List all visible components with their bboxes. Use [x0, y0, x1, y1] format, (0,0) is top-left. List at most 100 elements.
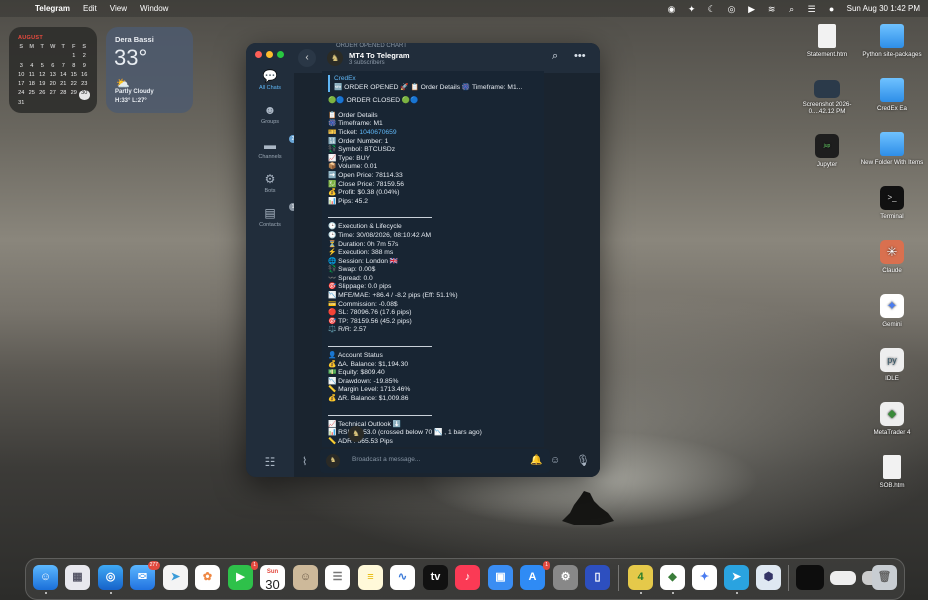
calendar-day: 8: [72, 62, 76, 69]
zoom-window-button[interactable]: [277, 51, 284, 58]
python-launcher-icon[interactable]: ⬢: [756, 565, 781, 590]
msg-line: 📉 MFE/MAE: +86.4 / -8.2 pips (Eff: 51.1%…: [328, 292, 458, 300]
sidebar-item-groups[interactable]: ☻ Groups: [246, 103, 294, 125]
microphone-icon[interactable]: 🎙: [576, 454, 590, 467]
menu-clock[interactable]: Sun Aug 30 1:42 PM: [847, 4, 920, 13]
telegram-sidebar: 💬 All Chats ☻ Groups ▬ 2 Channels ⚙ Bots …: [246, 43, 297, 477]
recent-window-thumbnail[interactable]: [796, 565, 824, 590]
metatrader-dock-icon[interactable]: 4: [628, 565, 653, 590]
keynote-icon[interactable]: ▣: [488, 565, 513, 590]
trash-icon[interactable]: 🗑: [872, 565, 897, 590]
sparkle-icon[interactable]: ✦: [687, 4, 697, 14]
discord-icon[interactable]: ◉: [667, 4, 677, 14]
contacts-app-icon[interactable]: ☺: [293, 565, 318, 590]
calendar-day: 28: [60, 90, 67, 97]
mail-icon[interactable]: ✉ 277: [130, 561, 160, 590]
record-icon[interactable]: ◎: [727, 4, 737, 14]
apple-tv-icon[interactable]: tv: [423, 565, 448, 590]
channel-title[interactable]: MT4 To Telegram: [349, 51, 410, 60]
search-icon[interactable]: ⌕: [787, 4, 797, 14]
recent-document-thumbnail[interactable]: [830, 571, 856, 585]
desktop-app-terminal[interactable]: >_ Terminal: [857, 186, 927, 220]
freeform-icon[interactable]: ∿: [390, 565, 415, 590]
reply-quote[interactable]: CredEx 🆕 ORDER OPENED 🚀 📋 Order Details …: [328, 75, 544, 93]
telegram-dock-icon[interactable]: ➤: [724, 565, 749, 590]
desktop-folder-python[interactable]: Python site-packages: [857, 24, 927, 58]
facetime-icon[interactable]: ▶ 1: [228, 561, 258, 590]
search-icon[interactable]: ⌕: [552, 50, 558, 63]
ticket-link[interactable]: 1040670659: [359, 129, 396, 136]
calendar-weekday: T: [40, 44, 44, 50]
menu-app-name[interactable]: Telegram: [35, 4, 70, 13]
telegram-window[interactable]: 💬 All Chats ☻ Groups ▬ 2 Channels ⚙ Bots …: [246, 43, 600, 477]
wifi-icon[interactable]: ≋: [767, 4, 777, 14]
desktop-app-claude[interactable]: ✳ Claude: [857, 240, 927, 274]
launchpad-icon[interactable]: ▦: [65, 565, 90, 590]
gemini-dock-icon[interactable]: ✦: [692, 565, 717, 590]
calendar-day: [37, 53, 48, 62]
calendar-weekday: T: [61, 44, 65, 50]
more-options-icon[interactable]: •••: [574, 50, 586, 62]
pinned-message-peek[interactable]: ORDER OPENED CHART: [336, 43, 407, 49]
menu-edit[interactable]: Edit: [83, 4, 97, 13]
app-store-icon[interactable]: A1: [520, 561, 550, 590]
desktop-app-jupyter[interactable]: jup Jupyter: [792, 134, 862, 168]
menu-window[interactable]: Window: [140, 4, 168, 13]
sidebar-item-all-chats[interactable]: 💬 All Chats: [246, 69, 294, 91]
desktop-file-screenshot[interactable]: Screenshot 2026-0....42.12 PM: [792, 80, 862, 115]
back-button[interactable]: ‹: [298, 49, 316, 67]
menu-view[interactable]: View: [110, 4, 127, 13]
bell-icon[interactable]: 🔔: [530, 455, 542, 466]
siri-icon[interactable]: ●: [827, 4, 837, 14]
desktop-file-sob[interactable]: SOB.htm: [857, 455, 927, 489]
message-bubble[interactable]: CredEx 🆕 ORDER OPENED 🚀 📋 Order Details …: [322, 71, 544, 451]
moon-icon[interactable]: ☾: [707, 4, 717, 14]
control-center-icon[interactable]: ☰: [807, 4, 817, 14]
calendar-day: [58, 53, 69, 62]
finder-icon[interactable]: ☺: [33, 565, 58, 590]
simulator-icon[interactable]: ▯: [585, 565, 610, 590]
photos-icon[interactable]: ✿: [195, 565, 220, 590]
maps-icon[interactable]: ➤: [163, 565, 188, 590]
desktop-folder-new[interactable]: New Folder With Items: [857, 132, 927, 166]
channel-avatar[interactable]: ♞: [327, 50, 343, 66]
desktop-app-metatrader[interactable]: ◆ MetaTrader 4: [857, 402, 927, 436]
desktop-file-statement[interactable]: Statement.htm: [792, 24, 862, 58]
notes-icon[interactable]: ≡: [358, 565, 383, 590]
calendar-day: 20: [49, 81, 56, 88]
reminders-icon[interactable]: ☰: [325, 565, 350, 590]
calendar-widget[interactable]: AUGUST S M T W T F S 1 2 3 4 5 6 7 8 9 10 11 12 13 14 15 16 17 1…: [9, 27, 97, 113]
close-window-button[interactable]: [255, 51, 262, 58]
sender-avatar[interactable]: ♞: [348, 426, 364, 442]
system-settings-icon[interactable]: ⚙: [553, 565, 578, 590]
contacts-icon: ▤ 1: [262, 203, 297, 220]
metatrader5-dock-icon[interactable]: ◆: [660, 565, 685, 590]
play-icon[interactable]: ▶: [747, 4, 757, 14]
msg-line: 🕒 Time: 30/08/2026, 08:10:42 AM: [328, 231, 432, 239]
settings-filter-button[interactable]: ☷: [246, 455, 294, 471]
calendar-grid: S M T W T F S 1 2 3 4 5 6 7 8 9 10 11 12 13 14 15 16 17 18 19 20 21…: [16, 44, 90, 109]
calendar-weekday: F: [72, 44, 76, 50]
attach-icon[interactable]: ⌇: [302, 455, 307, 468]
desktop-app-gemini[interactable]: ✦ Gemini: [857, 294, 927, 328]
sidebar-item-bots[interactable]: ⚙ Bots: [246, 172, 294, 194]
msg-line: 💰 ΔA. Balance: $1,194.30: [328, 360, 409, 368]
desktop-icon-label: Screenshot 2026-0....42.12 PM: [802, 101, 852, 115]
emoji-icon[interactable]: ☺: [550, 455, 560, 466]
weather-widget[interactable]: Dera Bassi 33° ⛅ Partly Cloudy H:33° L:2…: [106, 27, 193, 113]
desktop-app-idle[interactable]: py IDLE: [857, 348, 927, 382]
apple-icon[interactable]: [12, 4, 22, 14]
send-as-avatar[interactable]: ♞: [326, 454, 340, 468]
safari-icon[interactable]: ◎: [98, 565, 123, 590]
calendar-day: [48, 53, 59, 62]
sidebar-item-channels[interactable]: ▬ 2 Channels: [246, 135, 297, 160]
reply-text: 🆕 ORDER OPENED 🚀 📋 Order Details 🎆 Timef…: [334, 83, 523, 91]
minimize-window-button[interactable]: [266, 51, 273, 58]
calendar-icon[interactable]: Sun 30: [260, 565, 285, 591]
folder-icon: [880, 132, 904, 156]
calendar-day: 27: [49, 90, 56, 97]
desktop-folder-credex[interactable]: CredEx Ea: [857, 78, 927, 112]
music-icon[interactable]: ♪: [455, 565, 480, 590]
sidebar-item-contacts[interactable]: ▤ 1 Contacts: [246, 203, 297, 228]
calendar-day: 2: [82, 53, 86, 60]
